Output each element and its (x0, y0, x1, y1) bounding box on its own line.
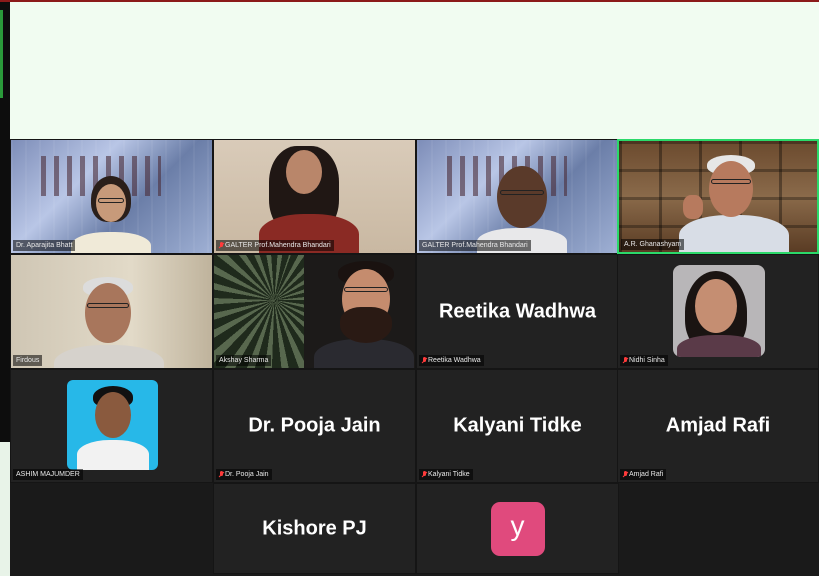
participant-display-name: Reetika Wadhwa (438, 300, 597, 322)
participant-name-label: GALTER Prof.Mahendra Bhandari (216, 240, 334, 251)
participant-tile-kishore[interactable]: Kishore PJ (213, 483, 416, 574)
muted-mic-icon (219, 242, 223, 249)
participant-display-name: Dr. Pooja Jain (248, 414, 381, 437)
participant-tile-mahendra-1[interactable]: GALTER Prof.Mahendra Bhandari (213, 139, 416, 254)
profile-picture (673, 265, 765, 357)
participant-name-label: Nidhi Sinha (620, 355, 668, 366)
muted-mic-icon (422, 357, 426, 364)
muted-mic-icon (623, 471, 627, 478)
profile-picture (67, 380, 158, 470)
participant-display-name: Kalyani Tidke (453, 414, 582, 437)
participant-name-label: Reetika Wadhwa (419, 355, 484, 366)
participant-tile-y[interactable]: y (416, 483, 619, 574)
participant-name-label: Dr. Aparajita Bhatt (13, 240, 76, 251)
muted-mic-icon (422, 471, 426, 478)
shared-content-area (10, 2, 819, 139)
participant-tile-reetika[interactable]: Reetika Wadhwa Reetika Wadhwa (416, 254, 619, 369)
participant-name-label: Amjad Rafi (620, 469, 667, 480)
participant-name-label: Kalyani Tidke (419, 469, 473, 480)
participant-tile-ashim[interactable]: ASHIM MAJUMDER (10, 369, 213, 483)
participant-avatar: y (490, 501, 545, 556)
participant-display-name: Kishore PJ (262, 517, 367, 539)
muted-mic-icon (623, 357, 627, 364)
participant-name-label: Dr. Pooja Jain (216, 469, 272, 480)
participant-tile-ghanashyam[interactable]: A.R. Ghanashyam (617, 139, 819, 254)
video-gallery: Dr. Aparajita Bhatt GALTER Prof.Mahendra… (10, 139, 819, 574)
left-edge (0, 2, 10, 576)
participant-name-label: GALTER Prof.Mahendra Bhandari (419, 240, 531, 251)
participant-tile-akshay[interactable]: Akshay Sharma (213, 254, 416, 369)
participant-name-label: ASHIM MAJUMDER (13, 469, 83, 480)
participant-tile-mahendra-2[interactable]: GALTER Prof.Mahendra Bhandari (416, 139, 619, 254)
participant-name-label: Akshay Sharma (216, 355, 272, 366)
participant-tile-kalyani[interactable]: Kalyani Tidke Kalyani Tidke (416, 369, 619, 483)
participant-tile-nidhi[interactable]: Nidhi Sinha (617, 254, 819, 369)
participant-tile-amjad[interactable]: Amjad Rafi Amjad Rafi (617, 369, 819, 483)
participant-tile-firdous[interactable]: Firdous (10, 254, 213, 369)
participant-tile-pooja[interactable]: Dr. Pooja Jain Dr. Pooja Jain (213, 369, 416, 483)
participant-tile-aparajita[interactable]: Dr. Aparajita Bhatt (10, 139, 213, 254)
participant-display-name: Amjad Rafi (665, 414, 771, 437)
participant-name-label: A.R. Ghanashyam (621, 239, 685, 250)
muted-mic-icon (219, 471, 223, 478)
participant-name-label: Firdous (13, 355, 43, 366)
